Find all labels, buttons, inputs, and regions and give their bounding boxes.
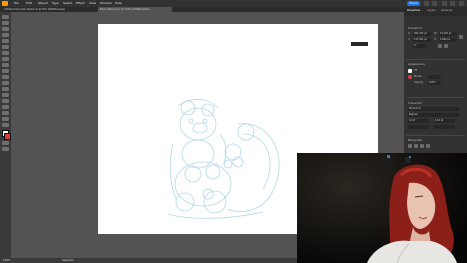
tab-document-1[interactable]: Untitled-Character-Sketch.ai @ 50% (RGB/…	[2, 7, 94, 12]
tools-panel	[0, 12, 11, 263]
opacity-field[interactable]: 100%	[428, 81, 441, 85]
zoom-tool-icon[interactable]	[2, 123, 9, 127]
menu-object[interactable]: Object	[38, 0, 48, 7]
current-tool-label: Selection	[62, 259, 74, 262]
menu-type[interactable]: Type	[52, 0, 59, 7]
document-tab-bar: Untitled-Character-Sketch.ai @ 50% (RGB/…	[0, 7, 404, 12]
appearance-heading: Appearance	[408, 62, 425, 66]
tab-document-2[interactable]: Bear-Artboard.ai* @ 100% (RGB/Preview)	[98, 7, 172, 12]
maximize-icon[interactable]	[450, 1, 455, 6]
opacity-label: Opacity	[414, 81, 424, 84]
magic-wand-tool-icon[interactable]	[2, 27, 9, 31]
stroke-label: Stroke	[414, 75, 422, 78]
h-field[interactable]: 5.849 px	[439, 38, 457, 42]
close-icon[interactable]	[459, 1, 464, 6]
kerning-field[interactable]	[408, 125, 429, 129]
menu-select[interactable]: Select	[63, 0, 72, 7]
direct-selection-tool-icon[interactable]	[2, 21, 9, 25]
scale-tool-icon[interactable]	[2, 87, 9, 91]
line-tool-icon[interactable]	[2, 51, 9, 55]
divider	[406, 135, 465, 136]
webcam-overlay	[297, 153, 467, 263]
flip-vertical-icon[interactable]	[444, 44, 448, 48]
tab-libraries[interactable]: Libraries	[441, 9, 452, 12]
menu-effect[interactable]: Effect	[76, 0, 85, 7]
font-family-dropdown[interactable]: Myriad Pro	[408, 107, 459, 111]
share-button[interactable]: Share	[407, 1, 420, 6]
tracking-field[interactable]	[434, 125, 455, 129]
hand-tool-icon[interactable]	[2, 117, 9, 121]
h-label: H:	[434, 38, 437, 41]
selection-tool-icon[interactable]	[2, 15, 9, 19]
minimize-icon[interactable]	[442, 1, 447, 6]
x-label: X:	[408, 32, 411, 35]
tab-layers[interactable]: Layers	[427, 9, 436, 12]
menu-view[interactable]: View	[89, 0, 96, 7]
paintbrush-tool-icon[interactable]	[2, 63, 9, 67]
font-size-field[interactable]: 12 pt	[408, 119, 429, 123]
align-right-icon[interactable]	[420, 144, 424, 148]
transform-heading: Transform	[408, 26, 422, 30]
tab-properties[interactable]: Properties	[407, 9, 420, 12]
x-field[interactable]: 364.452 px	[413, 32, 431, 36]
draw-mode-icon[interactable]	[2, 141, 9, 145]
workspace-icon[interactable]	[432, 1, 437, 6]
pen-tool-icon[interactable]	[2, 33, 9, 37]
align-center-icon[interactable]	[414, 144, 418, 148]
rotate-tool-icon[interactable]	[2, 81, 9, 85]
streamer-video	[297, 153, 467, 263]
character-heading: Character	[408, 101, 422, 105]
menu-edit[interactable]: Edit	[26, 0, 32, 7]
w-field[interactable]: 19.462 px	[439, 32, 457, 36]
zoom-level[interactable]: 100%	[3, 258, 10, 263]
eraser-tool-icon[interactable]	[2, 75, 9, 79]
rotate-field[interactable]: 0°	[413, 44, 426, 48]
gradient-tool-icon[interactable]	[2, 105, 9, 109]
status-bar: 100% Selection	[0, 258, 297, 263]
rectangle-tool-icon[interactable]	[2, 57, 9, 61]
justify-icon[interactable]	[426, 144, 430, 148]
app-logo	[2, 1, 8, 6]
divider	[406, 97, 465, 98]
type-tool-icon[interactable]	[2, 45, 9, 49]
stroke-swatch[interactable]	[4, 133, 11, 140]
menu-help[interactable]: Help	[115, 0, 122, 7]
stroke-weight-field[interactable]	[428, 75, 441, 79]
y-label: Y:	[408, 38, 410, 41]
menu-window[interactable]: Window	[100, 0, 112, 7]
fill-color-icon[interactable]	[408, 69, 412, 73]
fill-label: Fill	[414, 69, 418, 72]
paragraph-heading: Paragraph	[408, 138, 423, 142]
search-icon[interactable]	[424, 1, 429, 6]
menu-file[interactable]: File	[14, 0, 19, 7]
curvature-tool-icon[interactable]	[2, 39, 9, 43]
link-proportions-icon[interactable]	[459, 35, 463, 39]
divider	[406, 59, 465, 60]
align-left-icon[interactable]	[408, 144, 412, 148]
y-field[interactable]: 127.561 px	[413, 38, 431, 42]
selected-text-object[interactable]	[351, 42, 368, 46]
panel-tab-bar: Properties Layers Libraries	[404, 7, 467, 16]
pencil-tool-icon[interactable]	[2, 69, 9, 73]
screen-mode-icon[interactable]	[2, 147, 9, 151]
font-style-dropdown[interactable]: Regular	[408, 113, 459, 117]
w-label: W:	[434, 32, 438, 35]
flip-horizontal-icon[interactable]	[438, 44, 442, 48]
stroke-color-icon[interactable]	[408, 75, 412, 79]
eyedropper-tool-icon[interactable]	[2, 111, 9, 115]
leading-field[interactable]: 14.4 pt	[434, 119, 455, 123]
menu-bar: File Edit Object Type Select Effect View…	[0, 0, 467, 7]
width-tool-icon[interactable]	[2, 93, 9, 97]
shape-builder-tool-icon[interactable]	[2, 99, 9, 103]
